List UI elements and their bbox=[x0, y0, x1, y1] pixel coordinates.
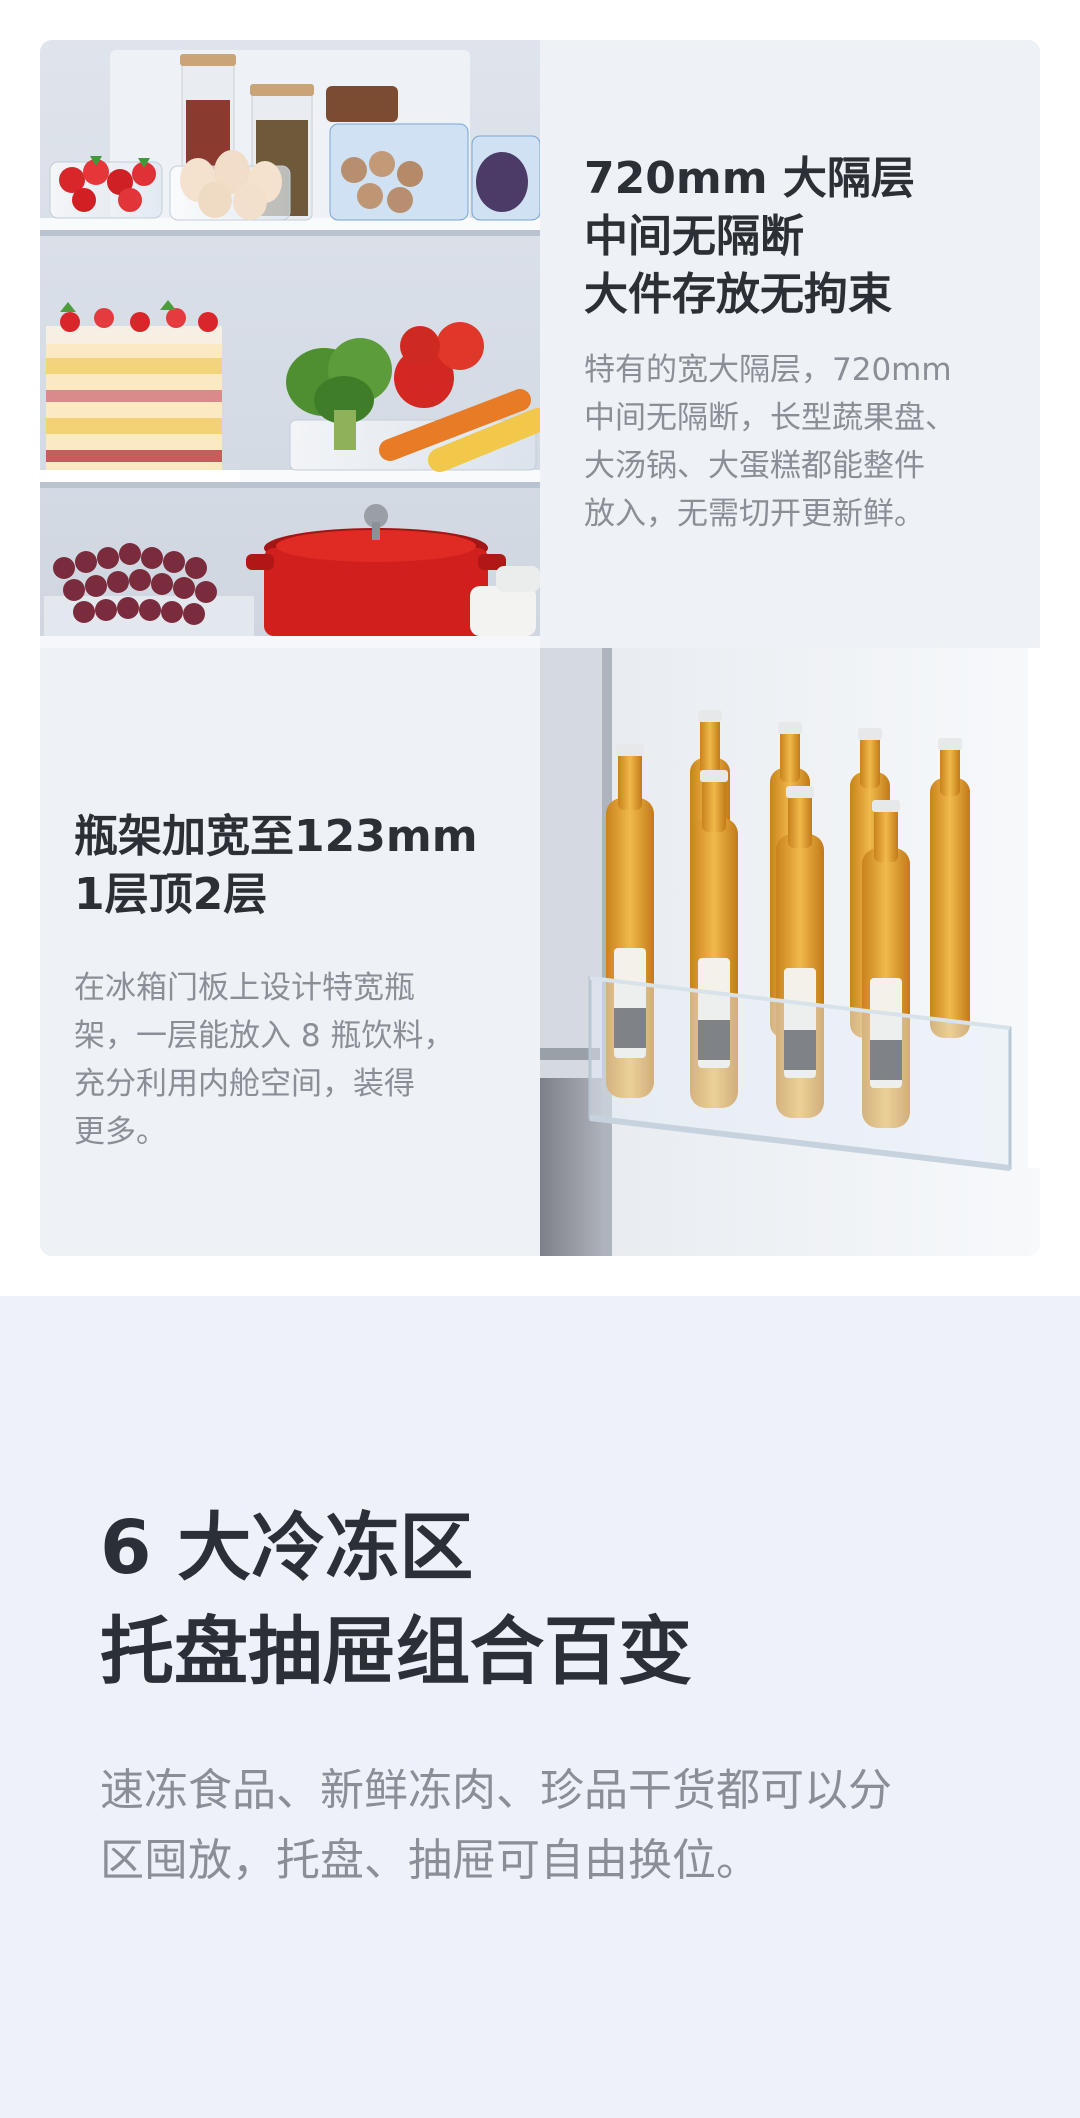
fridge-shelf-image bbox=[40, 40, 540, 648]
bottle-rack-photo bbox=[540, 648, 1040, 1256]
freezer-heading: 6 大冷冻区 托盘抽屉组合百变 bbox=[100, 1505, 692, 1695]
wide-shelf-description: 特有的宽大隔层，720mm 中间无隔断，长型蔬果盘、 大汤锅、大蛋糕都能整件 放… bbox=[584, 352, 956, 532]
bottle-rack-text-card: 瓶架加宽至123mm 1层顶2层 在冰箱门板上设计特宽瓶 架，一层能放入 8 瓶… bbox=[40, 648, 540, 1256]
wide-shelf-text-card: 720mm 大隔层 中间无隔断 大件存放无拘束 特有的宽大隔层，720mm 中间… bbox=[540, 40, 1040, 648]
wide-shelf-title: 720mm 大隔层 中间无隔断 大件存放无拘束 bbox=[584, 153, 915, 320]
feature-card-grid: 720mm 大隔层 中间无隔断 大件存放无拘束 特有的宽大隔层，720mm 中间… bbox=[40, 40, 1040, 1256]
freezer-description: 速冻食品、新鲜冻肉、珍品干货都可以分 区囤放，托盘、抽屉可自由换位。 bbox=[100, 1765, 892, 1886]
fridge-shelf-photo bbox=[40, 40, 540, 648]
bottle-rack-description: 在冰箱门板上设计特宽瓶 架，一层能放入 8 瓶饮料， 充分利用内舱空间，装得 更… bbox=[74, 970, 455, 1150]
bottle-rack-title: 瓶架加宽至123mm 1层顶2层 bbox=[74, 811, 478, 920]
bottle-rack-image bbox=[540, 648, 1040, 1256]
freezer-section: 6 大冷冻区 托盘抽屉组合百变 速冻食品、新鲜冻肉、珍品干货都可以分 区囤放，托… bbox=[0, 1296, 1080, 2118]
